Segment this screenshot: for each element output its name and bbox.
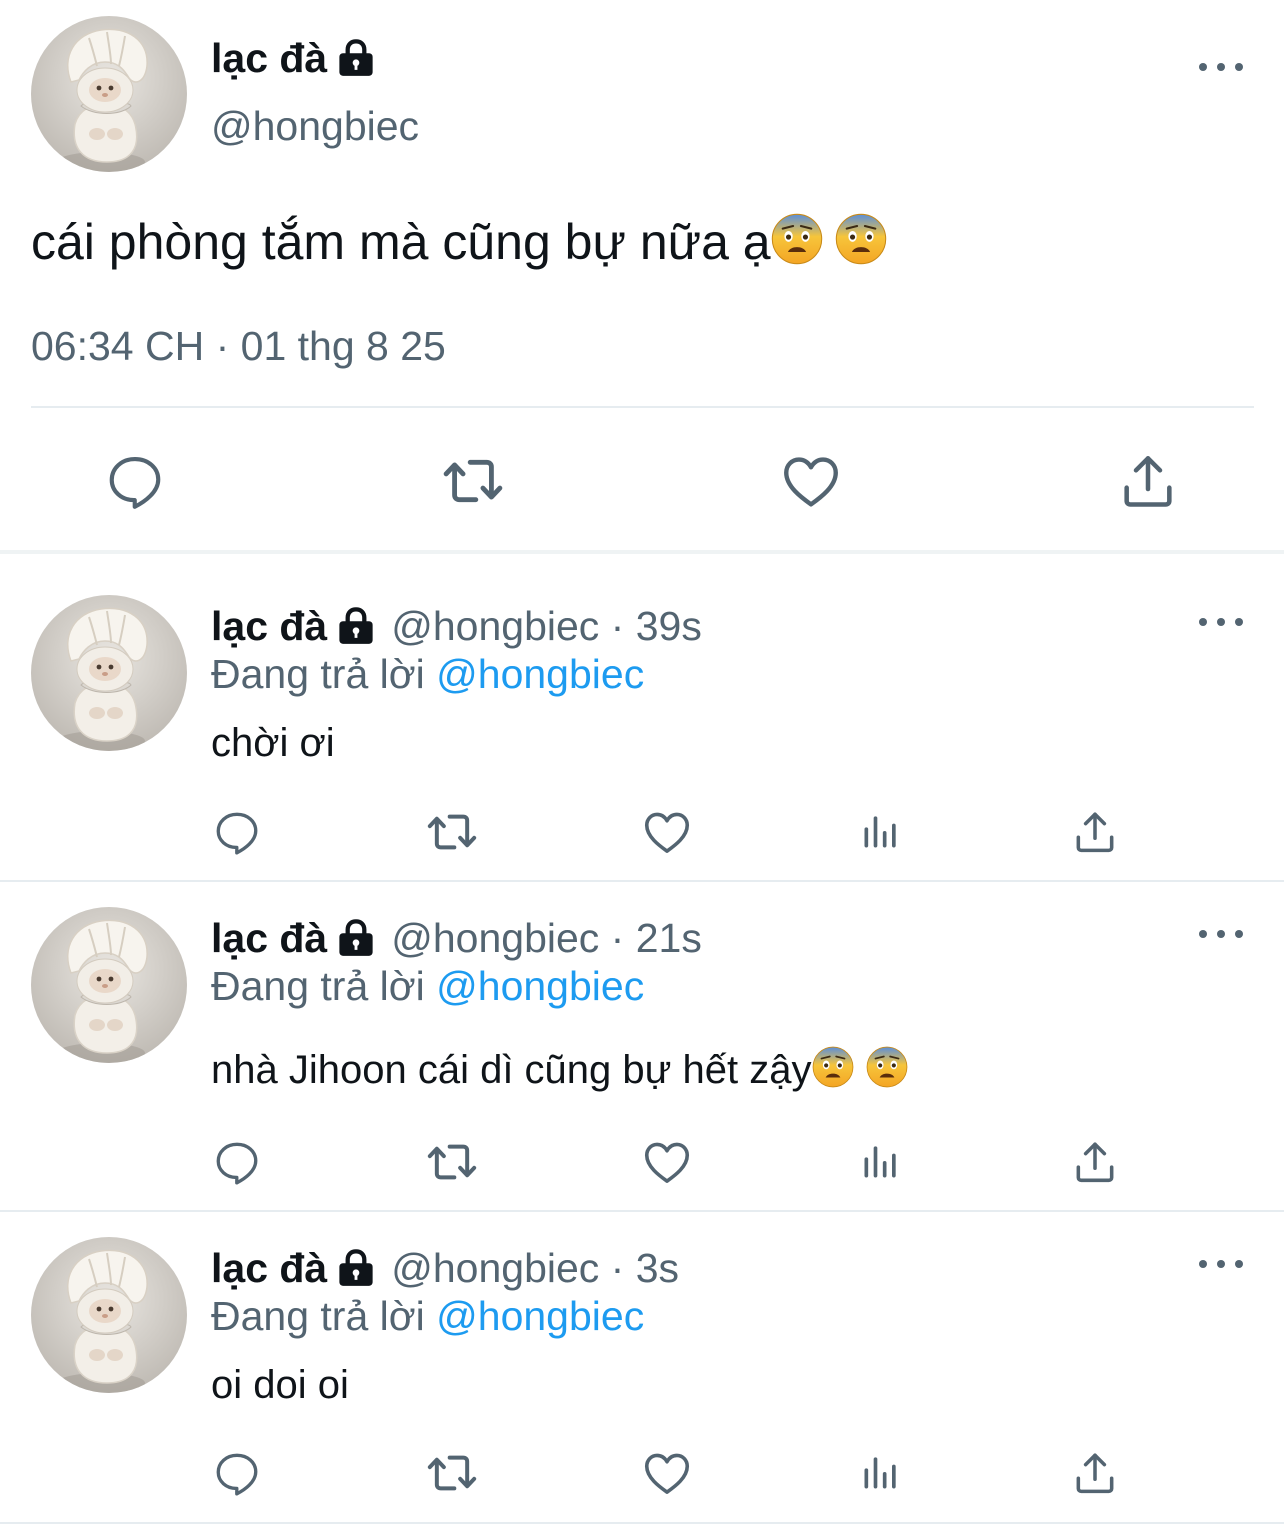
more-options-icon[interactable] — [1199, 924, 1243, 944]
more-options-icon[interactable] — [1199, 57, 1243, 77]
analytics-icon — [859, 1450, 903, 1494]
views-button[interactable] — [858, 1138, 904, 1184]
display-name[interactable]: lạc đà — [211, 914, 327, 962]
avatar[interactable] — [31, 16, 187, 172]
share-button[interactable] — [1070, 806, 1120, 858]
views-button[interactable] — [858, 1449, 904, 1495]
reply-icon — [212, 807, 262, 857]
tweet-timestamp[interactable]: 06:34 CH · 01 thg 8 25 — [31, 322, 446, 370]
reply-button[interactable] — [100, 446, 170, 516]
like-button[interactable] — [640, 1136, 694, 1188]
handle[interactable]: @hongbiec · 21s — [391, 914, 702, 962]
divider — [0, 1210, 1284, 1212]
share-icon — [1070, 1137, 1120, 1187]
avatar[interactable] — [31, 1237, 187, 1393]
retweet-icon — [424, 1134, 480, 1190]
retweet-icon — [424, 1445, 480, 1501]
reply-header: lạc đà @hongbiec · 21s — [211, 914, 702, 962]
lock-icon — [337, 39, 375, 77]
avatar[interactable] — [31, 907, 187, 1063]
divider — [31, 406, 1254, 408]
avatar[interactable] — [31, 595, 187, 751]
share-button[interactable] — [1070, 1136, 1120, 1188]
fearful-face-emoji — [812, 1046, 854, 1099]
retweet-button[interactable] — [424, 1136, 480, 1188]
views-button[interactable] — [858, 808, 904, 854]
retweet-button[interactable] — [424, 1447, 480, 1499]
retweet-icon — [424, 804, 480, 860]
reply-header: lạc đà @hongbiec · 3s — [211, 1244, 679, 1292]
analytics-icon — [859, 1139, 903, 1183]
reply-text: chời ơi — [211, 721, 335, 765]
share-icon — [1116, 449, 1180, 513]
display-name[interactable]: lạc đà — [211, 1244, 327, 1292]
section-divider — [0, 550, 1284, 554]
share-button[interactable] — [1113, 446, 1183, 516]
reply-header: lạc đà @hongbiec · 39s — [211, 602, 702, 650]
reply-icon — [212, 1448, 262, 1498]
reply-button[interactable] — [211, 1447, 263, 1499]
reply-icon — [212, 1137, 262, 1187]
handle[interactable]: @hongbiec · 39s — [391, 602, 702, 650]
more-options-icon[interactable] — [1199, 1254, 1243, 1274]
like-icon — [640, 805, 694, 859]
share-icon — [1070, 807, 1120, 857]
like-icon — [640, 1135, 694, 1189]
like-button[interactable] — [640, 1447, 694, 1499]
like-icon — [640, 1446, 694, 1500]
retweet-button[interactable] — [438, 446, 508, 516]
lock-icon — [337, 1249, 375, 1287]
share-button[interactable] — [1070, 1447, 1120, 1499]
display-name-text: lạc đà — [211, 35, 328, 81]
lock-icon — [337, 607, 375, 645]
lock-icon — [337, 919, 375, 957]
replying-to: Đang trả lời @hongbiec — [211, 963, 645, 1009]
share-icon — [1070, 1448, 1120, 1498]
reply-text: nhà Jihoon cái dì cũng bự hết zậy — [211, 1046, 908, 1099]
fearful-face-emoji — [835, 213, 887, 278]
display-name[interactable]: lạc đà — [211, 602, 327, 650]
fearful-face-emoji — [866, 1046, 908, 1099]
reply-button[interactable] — [211, 806, 263, 858]
display-name[interactable]: lạc đà — [211, 34, 375, 82]
divider — [0, 880, 1284, 882]
like-button[interactable] — [776, 446, 846, 516]
handle[interactable]: @hongbiec · 3s — [391, 1244, 679, 1292]
mention-link[interactable]: @hongbiec — [436, 1293, 644, 1339]
reply-button[interactable] — [211, 1136, 263, 1188]
like-button[interactable] — [640, 806, 694, 858]
handle[interactable]: @hongbiec — [211, 102, 419, 150]
analytics-icon — [859, 809, 903, 853]
replying-to: Đang trả lời @hongbiec — [211, 1293, 645, 1339]
replying-to: Đang trả lời @hongbiec — [211, 651, 645, 697]
reply-text: oi doi oi — [211, 1363, 349, 1407]
retweet-button[interactable] — [424, 806, 480, 858]
more-options-icon[interactable] — [1199, 612, 1243, 632]
fearful-face-emoji — [771, 213, 823, 278]
tweet-text: cái phòng tắm mà cũng bự nữa ạ — [31, 212, 887, 278]
mention-link[interactable]: @hongbiec — [436, 651, 644, 697]
tweet-text-content: cái phòng tắm mà cũng bự nữa ạ — [31, 214, 771, 270]
like-icon — [778, 448, 844, 514]
divider — [0, 1522, 1284, 1524]
retweet-icon — [439, 447, 507, 515]
reply-icon — [104, 450, 166, 512]
mention-link[interactable]: @hongbiec — [436, 963, 644, 1009]
